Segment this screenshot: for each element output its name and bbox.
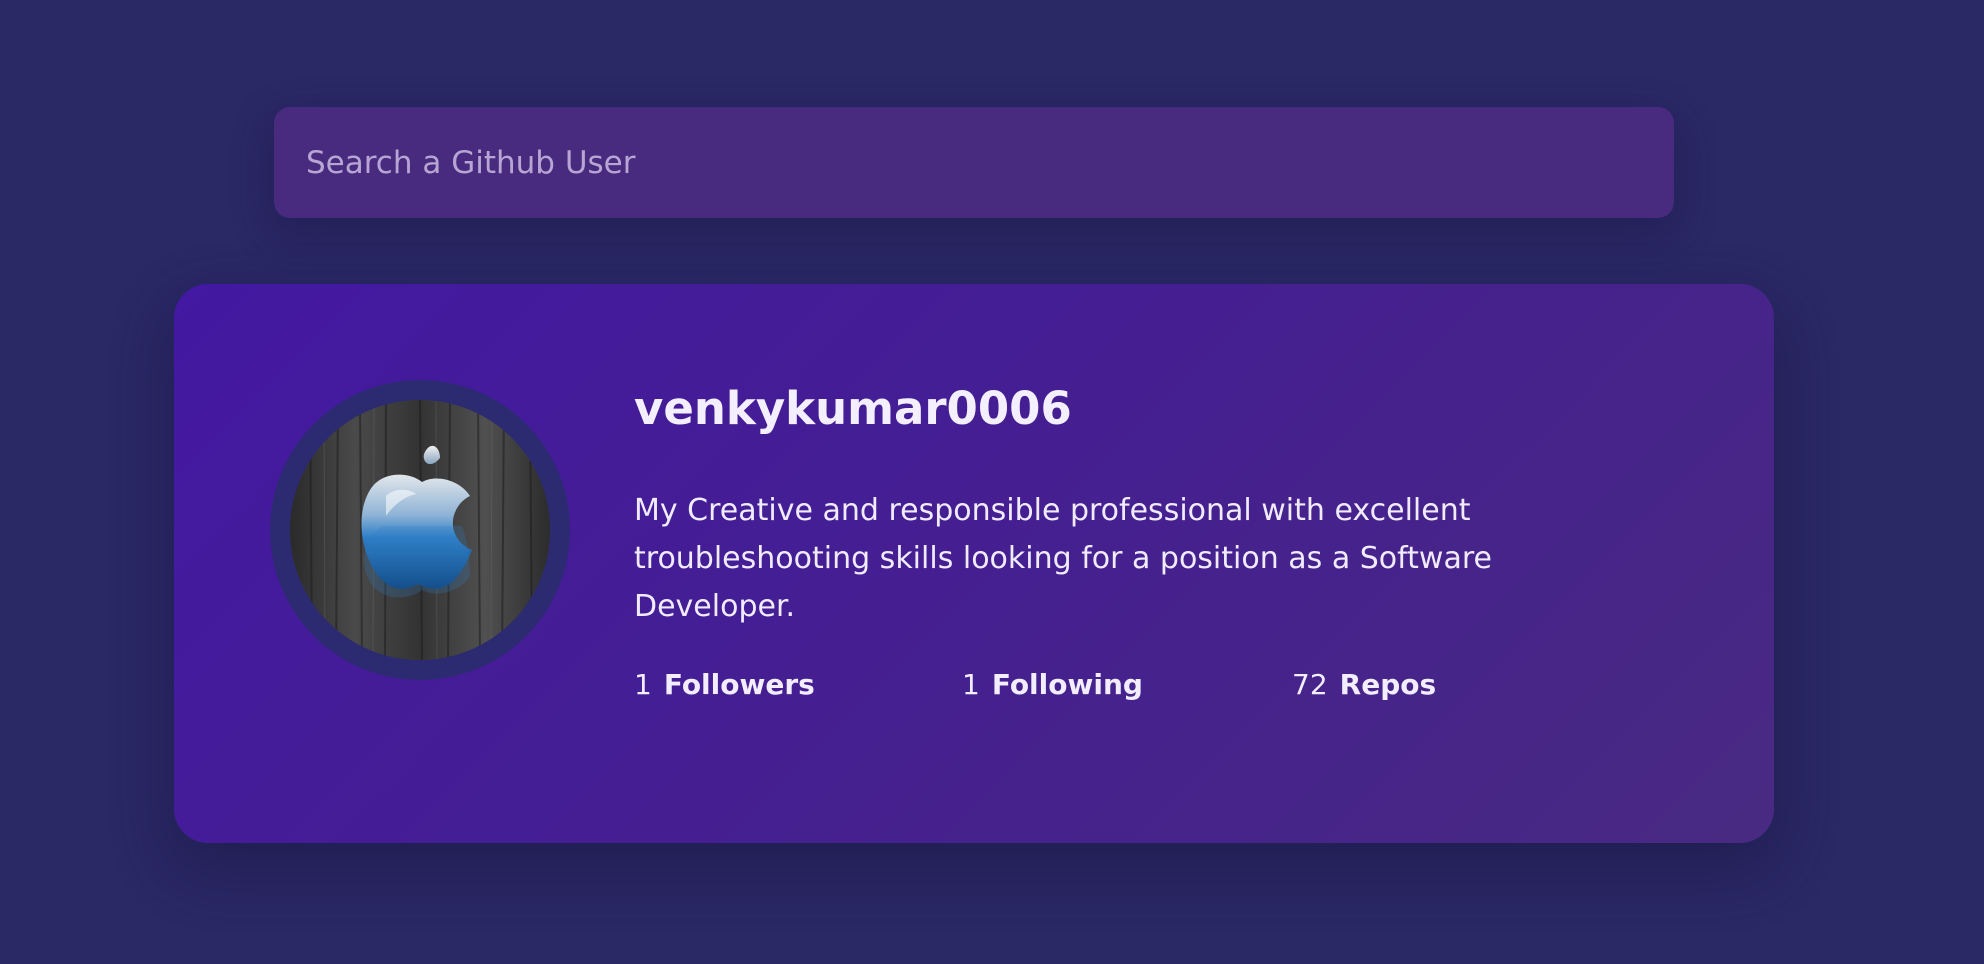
repos-label: Repos xyxy=(1339,668,1437,701)
bio: My Creative and responsible professional… xyxy=(634,492,1492,624)
search-bar xyxy=(274,107,1674,218)
avatar[interactable] xyxy=(290,400,550,660)
profile-card: venkykumar0006 My Creative and responsib… xyxy=(174,284,1774,843)
search-input[interactable] xyxy=(274,107,1674,218)
stat-followers: 1 Followers xyxy=(634,668,815,701)
stats-list: 1 Followers 1 Following 72 Repos xyxy=(634,668,1634,708)
followers-label: Followers xyxy=(663,668,815,701)
profile-info: venkykumar0006 My Creative and responsib… xyxy=(634,380,1694,631)
following-count: 1 xyxy=(962,668,980,701)
apple-logo-icon xyxy=(290,400,550,660)
following-label: Following xyxy=(991,668,1143,701)
repos-count: 72 xyxy=(1292,668,1328,701)
followers-count: 1 xyxy=(634,668,652,701)
stat-repos: 72 Repos xyxy=(1292,668,1436,701)
avatar-ring xyxy=(270,380,570,680)
username: venkykumar0006 xyxy=(634,382,1072,435)
stat-following: 1 Following xyxy=(962,668,1143,701)
